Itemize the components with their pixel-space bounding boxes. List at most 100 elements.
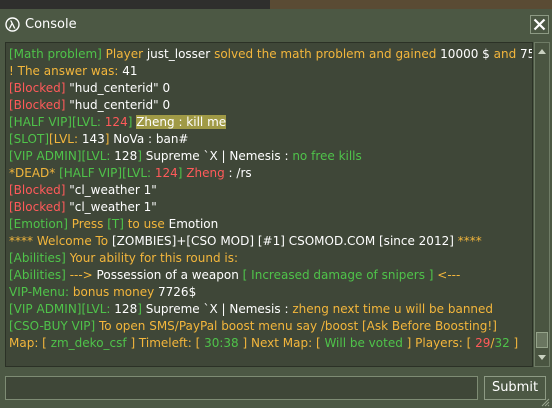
console-line: [Math problem] Player just_losser solved… xyxy=(9,46,532,63)
console-line-segment: [CSO-BUY VIP] xyxy=(9,319,99,333)
console-line-segment: 32 xyxy=(494,336,510,350)
console-line-segment: ] xyxy=(104,132,114,146)
console-line: [Blocked] "hud_centerid" 0 xyxy=(9,97,532,114)
console-line: Map: [ zm_deko_csf ] Timeleft: [ 30:38 ]… xyxy=(9,335,532,352)
console-line-segment: Zheng xyxy=(186,166,225,180)
console-scrollbar[interactable] xyxy=(534,42,550,367)
close-icon xyxy=(533,18,546,31)
background-strip-right xyxy=(270,0,552,9)
console-line-segment: **** xyxy=(453,234,482,248)
console-line-segment: bonus money xyxy=(72,285,159,299)
console-line-segment: 124 xyxy=(104,115,128,129)
console-line: [Blocked] "hud_centerid" 0 xyxy=(9,80,532,97)
console-line: [CSO-BUY VIP] To open SMS/PayPal boost m… xyxy=(9,318,532,335)
console-line-segment: [VIP ADMIN] xyxy=(9,149,82,163)
console-line-segment: ] xyxy=(137,302,146,316)
console-line: [SLOT][LVL: 143] NoVa : ban# xyxy=(9,131,532,148)
submit-button[interactable]: Submit xyxy=(484,376,546,400)
console-line-segment: [Blocked] xyxy=(9,200,70,214)
console-line-segment: <--- xyxy=(433,268,461,282)
console-line-segment: Your ability for this round is: xyxy=(69,251,239,265)
console-line-segment: Supreme `X | Nemesis : xyxy=(145,302,293,316)
console-line-segment: **** Welcome To xyxy=(9,234,112,248)
arrow-down-icon[interactable] xyxy=(536,350,548,364)
console-line-segment: "hud_centerid" 0 xyxy=(69,81,171,95)
console-line-segment: Emotion xyxy=(168,217,219,231)
console-line-segment: ] Players: [ xyxy=(402,336,476,350)
console-window: Console [Math problem] Player just_losse… xyxy=(0,0,552,408)
console-line: [Blocked] "cl_weather 1" xyxy=(9,182,532,199)
console-line-segment: NoVa : ban# xyxy=(113,132,189,146)
half-life-lambda-icon xyxy=(5,17,20,32)
console-line-segment: ] Timeleft: [ xyxy=(126,336,205,350)
console-line-segment: ] Next Map: [ xyxy=(238,336,325,350)
console-line-segment: [ZOMBIES]+[CSO MOD] [#1] CSOMOD.COM [sin… xyxy=(111,234,454,248)
console-line: [HALF VIP][LVL: 124] Zheng : kill me xyxy=(9,114,532,131)
console-line-segment: 124 xyxy=(154,166,178,180)
console-line-segment: 7726$ xyxy=(158,285,197,299)
console-line: VIP-Menu: bonus money 7726$ xyxy=(9,284,532,301)
console-line-segment: 128 xyxy=(114,149,138,163)
console-lines: [Math problem] Player just_losser solved… xyxy=(9,46,532,352)
console-line-segment: ---> xyxy=(69,268,97,282)
console-line-segment: [SLOT] xyxy=(9,132,50,146)
console-line-segment: zheng next time u will be banned xyxy=(292,302,494,316)
scrollbar-thumb[interactable] xyxy=(536,332,548,348)
console-line-segment: VIP-Menu: xyxy=(9,285,73,299)
console-line-segment: zm_deko_csf xyxy=(50,336,127,350)
console-line-segment: 10000 $ xyxy=(440,47,490,61)
console-line-segment: "hud_centerid" 0 xyxy=(69,98,171,112)
console-line-segment: [HALF VIP][LVL: xyxy=(9,115,105,129)
console-line: [Emotion] Press [T] to use Emotion xyxy=(9,216,532,233)
console-line-segment: : /rs xyxy=(224,166,252,180)
console-line-segment: [Math problem] xyxy=(9,47,102,61)
console-line: **** Welcome To [ZOMBIES]+[CSO MOD] [#1]… xyxy=(9,233,532,250)
console-line-segment: [HALF VIP][LVL: xyxy=(59,166,155,180)
console-line-segment: Supreme `X | Nemesis : xyxy=(145,149,293,163)
console-line: [VIP ADMIN][LVL: 128] Supreme `X | Nemes… xyxy=(9,301,532,318)
arrow-up-icon[interactable] xyxy=(536,45,548,59)
console-line-segment: Zheng : kill me xyxy=(136,115,227,129)
console-line-segment: [Blocked] xyxy=(9,183,70,197)
console-line-segment: 143 xyxy=(81,132,105,146)
console-line-segment: ] xyxy=(509,336,519,350)
console-line-segment: [Blocked] xyxy=(9,98,70,112)
console-line-segment: [Emotion] xyxy=(9,217,72,231)
title-bar[interactable]: Console xyxy=(0,0,552,40)
console-line-segment: [ Increased damage of snipers ] xyxy=(242,268,434,282)
console-line-segment: 128 xyxy=(114,302,138,316)
console-line-segment: 30:38 xyxy=(204,336,239,350)
console-line-segment: [T] xyxy=(107,217,124,231)
console-line: [Abilities] Your ability for this round … xyxy=(9,250,532,267)
console-line-segment: [LVL: xyxy=(81,302,115,316)
console-line: [Abilities] ---> Possession of a weapon … xyxy=(9,267,532,284)
console-line-segment: and xyxy=(489,47,521,61)
resize-grip-icon[interactable] xyxy=(540,397,550,407)
console-line-segment: [Abilities] xyxy=(9,251,70,265)
console-line-segment: 75 xp xyxy=(520,47,532,61)
console-line: *DEAD* [HALF VIP][LVL: 124] Zheng : /rs xyxy=(9,165,532,182)
console-line-segment: Map: [ xyxy=(9,336,51,350)
console-line-segment: "cl_weather 1" xyxy=(69,183,157,197)
console-line-segment: just_losser xyxy=(146,47,211,61)
console-line-segment: 41 xyxy=(122,64,138,78)
console-line-segment: ] xyxy=(127,115,137,129)
console-line-segment: Will be voted xyxy=(324,336,403,350)
console-line: [VIP ADMIN][LVL: 128] Supreme `X | Nemes… xyxy=(9,148,532,165)
console-line-segment: ! The answer was: xyxy=(9,64,123,78)
console-line-segment: Press xyxy=(71,217,108,231)
console-line-segment: [LVL: xyxy=(81,149,115,163)
close-button[interactable] xyxy=(530,15,549,34)
window-title: Console xyxy=(25,17,77,32)
console-line-segment: no free kills xyxy=(292,149,362,163)
console-output[interactable]: [Math problem] Player just_losser solved… xyxy=(5,42,533,367)
console-line-segment: 29 xyxy=(475,336,491,350)
console-line-segment: *DEAD* xyxy=(9,166,60,180)
console-line-segment: [Abilities] xyxy=(9,268,70,282)
console-line-segment: [VIP ADMIN] xyxy=(9,302,82,316)
command-input[interactable] xyxy=(5,376,478,400)
console-line-segment: [Blocked] xyxy=(9,81,70,95)
console-line: [Blocked] "cl_weather 1" xyxy=(9,199,532,216)
console-line-segment: ] xyxy=(137,149,146,163)
console-line-segment: solved the math problem and gained xyxy=(210,47,441,61)
